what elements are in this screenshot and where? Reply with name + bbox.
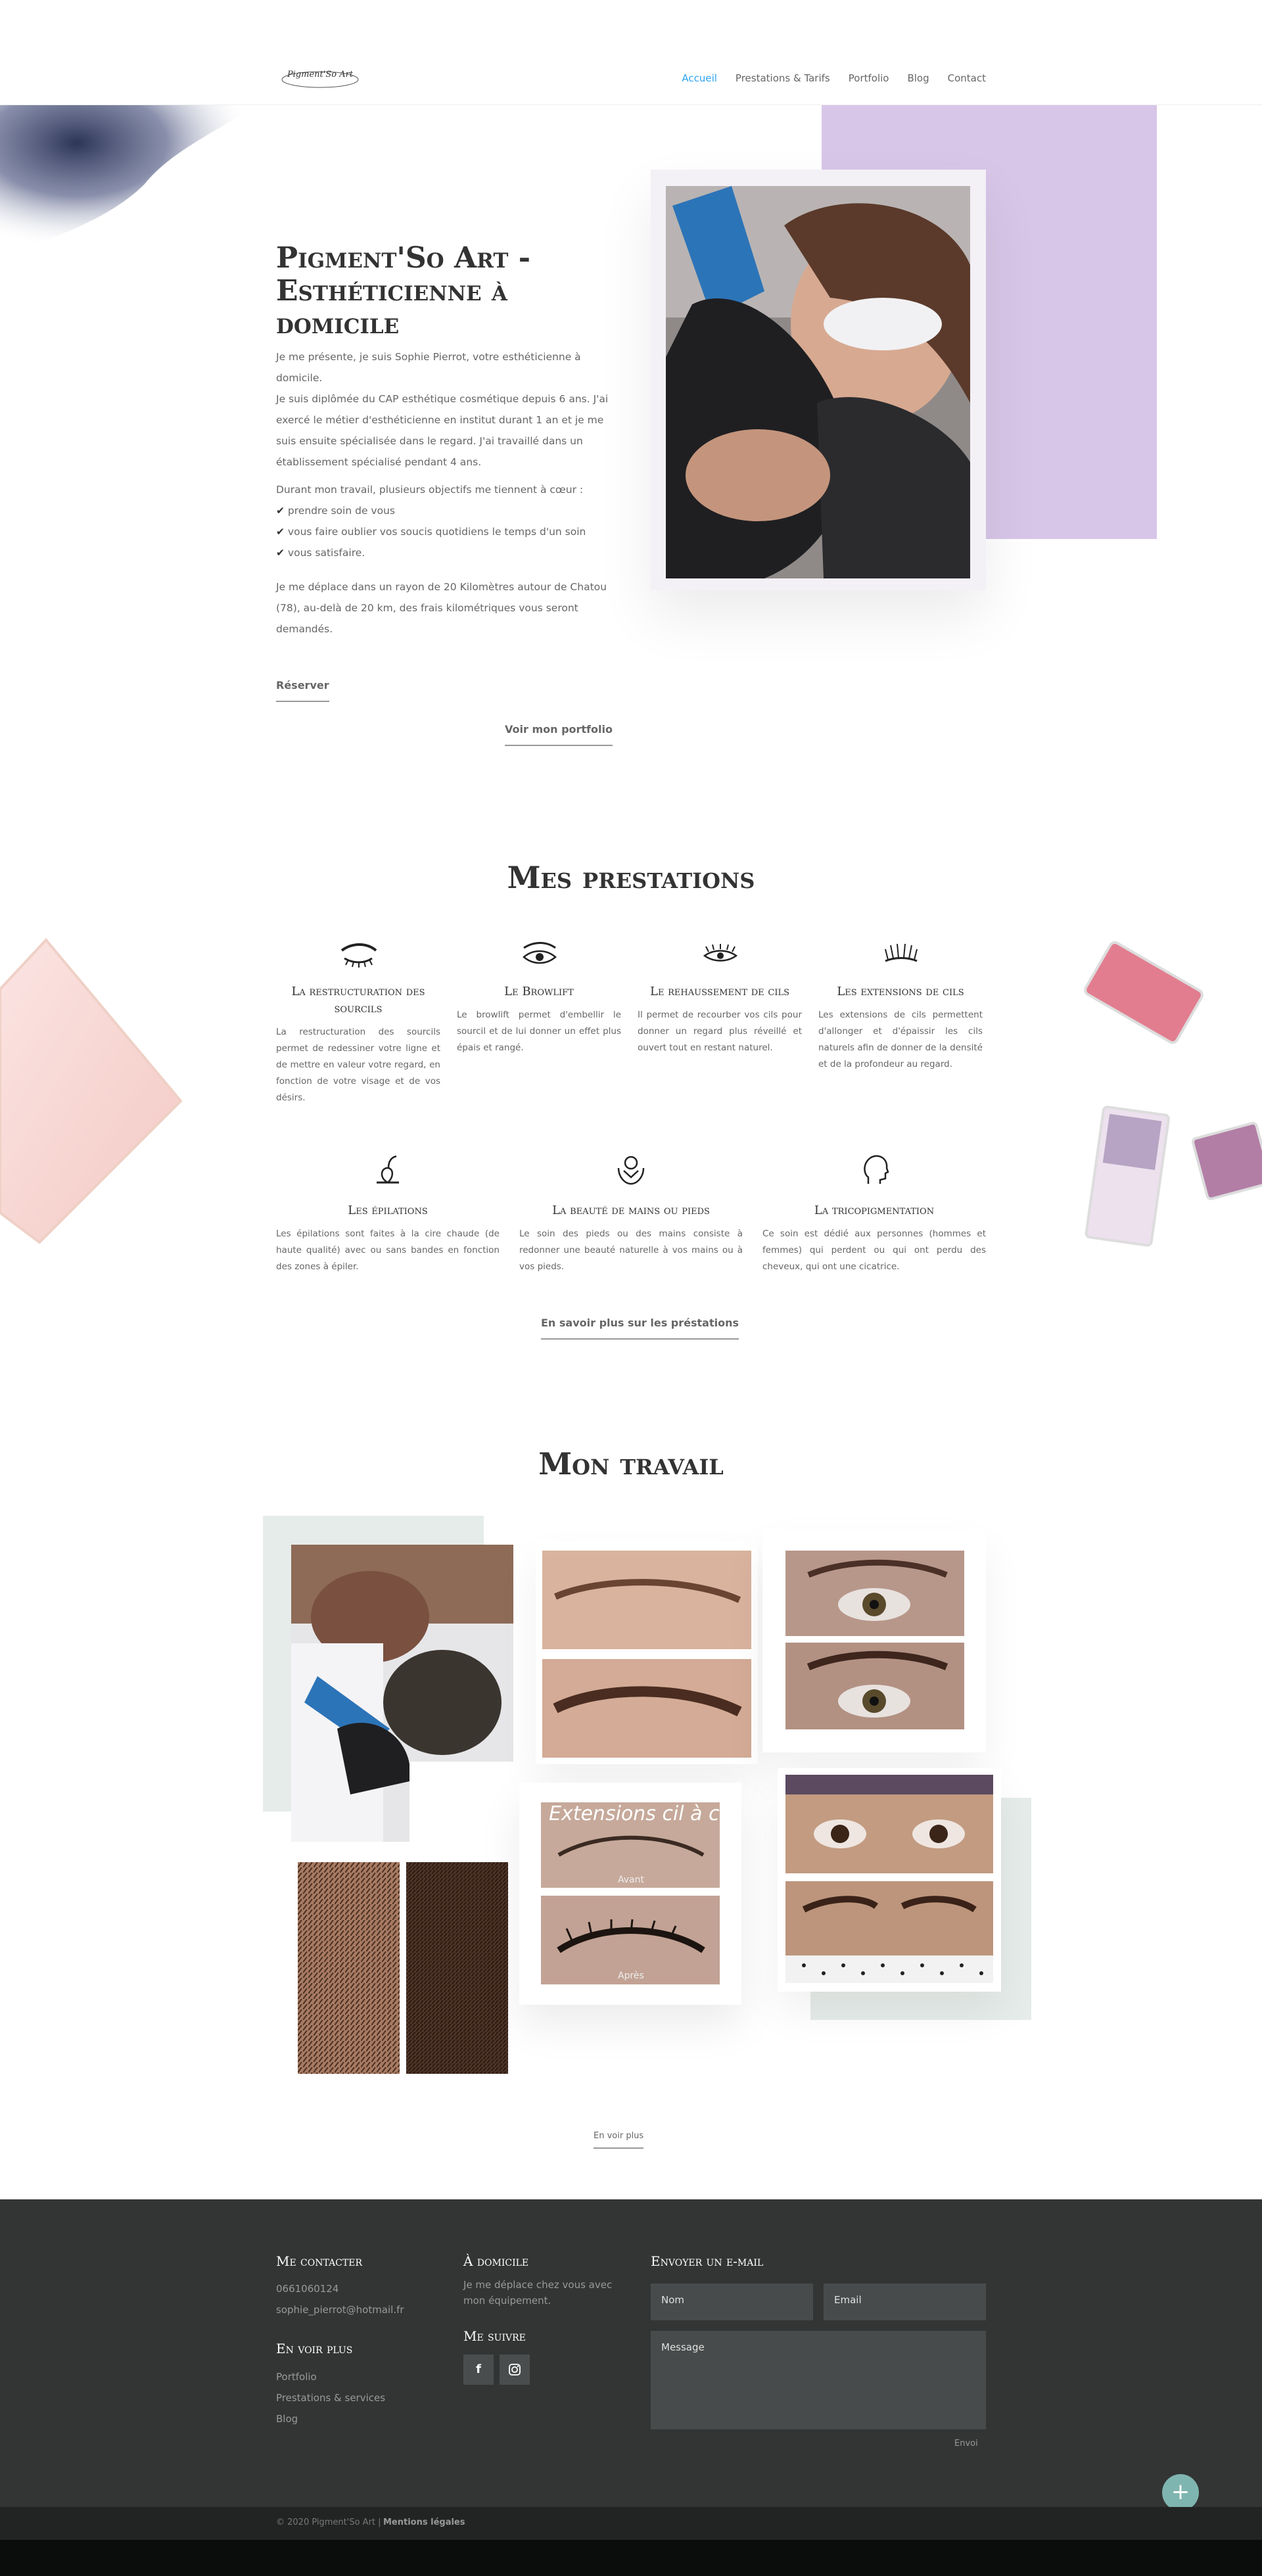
- service-browlift: Le Browlift Le browlift permet d'embelli…: [457, 941, 621, 1056]
- message-textarea[interactable]: Message: [651, 2331, 986, 2429]
- check-icon: ✔: [276, 547, 288, 559]
- service-title: La tricopigmentation: [814, 1204, 935, 1217]
- check-icon: ✔: [276, 526, 288, 538]
- work-title: Mon travail: [538, 1446, 724, 1482]
- palette-left-decoration: [0, 937, 191, 1246]
- eye-icon: [523, 942, 557, 964]
- services-title: Mes prestations: [507, 860, 755, 895]
- book-button[interactable]: Réserver: [276, 679, 329, 702]
- check-icon: ✔: [276, 505, 288, 517]
- footer-more-title: En voir plus: [276, 2341, 353, 2356]
- goal-item: ✔ vous satisfaire.: [276, 547, 365, 559]
- service-rehaussement: Le rehaussement de cils Il permet de rec…: [638, 941, 802, 1056]
- service-mains-pieds: La beauté de mains ou pieds Le soin des …: [519, 1154, 743, 1275]
- svg-text:Pigment'So Art: Pigment'So Art: [287, 70, 354, 80]
- portfolio-photo-face[interactable]: [778, 1768, 1001, 1992]
- send-button[interactable]: Envoi: [954, 2439, 978, 2448]
- hero-photo: [666, 186, 970, 578]
- after-label: Après: [618, 1971, 644, 1981]
- lash-overlay-text: Extensions cil à cil: [549, 1802, 731, 1825]
- footer-contact-title: Me contacter: [276, 2253, 362, 2269]
- nav-portfolio[interactable]: Portfolio: [849, 72, 889, 84]
- portfolio-photo-brows[interactable]: [536, 1541, 758, 1764]
- service-title: La restructuration des sourcils: [291, 985, 425, 1016]
- before-label: Avant: [618, 1875, 644, 1885]
- facebook-icon[interactable]: f: [463, 2354, 494, 2385]
- head-profile-icon: [864, 1155, 889, 1184]
- legal-link[interactable]: Mentions légales: [383, 2517, 465, 2527]
- service-title: Les extensions de cils: [837, 985, 964, 998]
- service-title: Le rehaussement de cils: [649, 985, 790, 998]
- page-bottom-edge: [0, 2540, 1262, 2576]
- footer-home-text: Je me déplace chez vous avec mon équipem…: [463, 2279, 613, 2307]
- footer-link-prestations[interactable]: Prestations & services: [276, 2387, 385, 2408]
- service-text: Les épilations sont faites à la cire cha…: [276, 1229, 500, 1272]
- bottom-bar: © 2020 Pigment'So Art | Mentions légales: [0, 2507, 1262, 2540]
- work-more-button[interactable]: En voir plus: [594, 2131, 644, 2149]
- hero-title: Pigment'So Art - Esthéticienne à domicil…: [276, 241, 530, 340]
- hero-intro-1: Je me présente, je suis Sophie Pierrot, …: [276, 351, 581, 384]
- footer-link-blog[interactable]: Blog: [276, 2408, 298, 2429]
- site-logo[interactable]: Pigment'So Art: [279, 62, 362, 90]
- lash-extension-icon: [885, 943, 918, 962]
- service-restructuration: La restructuration des sourcils La restr…: [276, 941, 440, 1106]
- main-nav: Accueil Prestations & Tarifs Portfolio B…: [682, 72, 986, 84]
- service-text: Ce soin est dédié aux personnes (hommes …: [762, 1229, 986, 1272]
- service-text: Le browlift permet d'embellir le sourcil…: [457, 1010, 621, 1053]
- site-header: Pigment'So Art Accueil Prestations & Tar…: [0, 0, 1262, 105]
- nav-accueil[interactable]: Accueil: [682, 72, 717, 84]
- name-input[interactable]: Nom: [651, 2283, 813, 2320]
- footer-email[interactable]: sophie_pierrot@hotmail.fr: [276, 2299, 404, 2320]
- service-tricopigmentation: La tricopigmentation Ce soin est dédié a…: [762, 1154, 986, 1275]
- service-text: Il permet de recourber vos cils pour don…: [638, 1010, 802, 1053]
- footer-follow-title: Me suivre: [463, 2328, 526, 2344]
- hero-intro-2: Je suis diplômée du CAP esthétique cosmé…: [276, 393, 609, 468]
- service-text: Le soin des pieds ou des mains consiste …: [519, 1229, 743, 1272]
- eyelash-icon: [703, 944, 738, 962]
- service-text: La restructuration des sourcils permet d…: [276, 1027, 440, 1103]
- hero-goals-intro: Durant mon travail, plusieurs objectifs …: [276, 484, 584, 496]
- footer-link-portfolio[interactable]: Portfolio: [276, 2366, 317, 2387]
- services-more-button[interactable]: En savoir plus sur les préstations: [541, 1317, 739, 1340]
- hands-feet-icon: [617, 1156, 645, 1185]
- hero-travel: Je me déplace dans un rayon de 20 Kilomè…: [276, 581, 607, 635]
- service-title: La beauté de mains ou pieds: [552, 1204, 710, 1217]
- portfolio-button[interactable]: Voir mon portfolio: [505, 723, 613, 746]
- copyright: © 2020 Pigment'So Art |: [276, 2517, 381, 2527]
- nav-blog[interactable]: Blog: [907, 72, 929, 84]
- portfolio-photo-eyes[interactable]: [762, 1529, 986, 1752]
- portfolio-photo-lashes[interactable]: Extensions cil à cil Avant Après: [519, 1783, 741, 2005]
- portfolio-photo-session[interactable]: [291, 1545, 513, 1842]
- goal-item: ✔ vous faire oublier vos soucis quotidie…: [276, 526, 586, 538]
- goal-item: ✔ prendre soin de vous: [276, 505, 395, 517]
- nav-contact[interactable]: Contact: [948, 72, 986, 84]
- plus-icon[interactable]: +: [1162, 2474, 1199, 2511]
- hair-removal-icon: [377, 1155, 399, 1184]
- palette-right-decoration: [1071, 933, 1262, 1262]
- footer-home-title: À domicile: [463, 2253, 529, 2269]
- instagram-icon[interactable]: [500, 2354, 530, 2385]
- footer-mail-title: Envoyer un e-mail: [651, 2253, 764, 2269]
- hero-intro: Je me présente, je suis Sophie Pierrot, …: [276, 346, 611, 640]
- service-epilations: Les épilations Les épilations sont faite…: [276, 1154, 500, 1275]
- service-title: Les épilations: [348, 1204, 428, 1217]
- service-text: Les extensions de cils permettent d'allo…: [818, 1010, 983, 1069]
- glitter-decoration: [0, 105, 263, 256]
- nav-prestations[interactable]: Prestations & Tarifs: [736, 72, 830, 84]
- email-input[interactable]: Email: [824, 2283, 986, 2320]
- hero-goals-list: ✔ prendre soin de vous ✔ vous faire oubl…: [276, 500, 611, 563]
- footer-phone[interactable]: 0661060124: [276, 2278, 339, 2299]
- eyebrow-icon: [340, 943, 377, 968]
- service-title: Le Browlift: [504, 985, 574, 998]
- site-footer: Me contacter 0661060124 sophie_pierrot@h…: [0, 2199, 1262, 2511]
- portfolio-photo-scalp[interactable]: [298, 1862, 508, 2074]
- service-extensions: Les extensions de cils Les extensions de…: [818, 941, 983, 1073]
